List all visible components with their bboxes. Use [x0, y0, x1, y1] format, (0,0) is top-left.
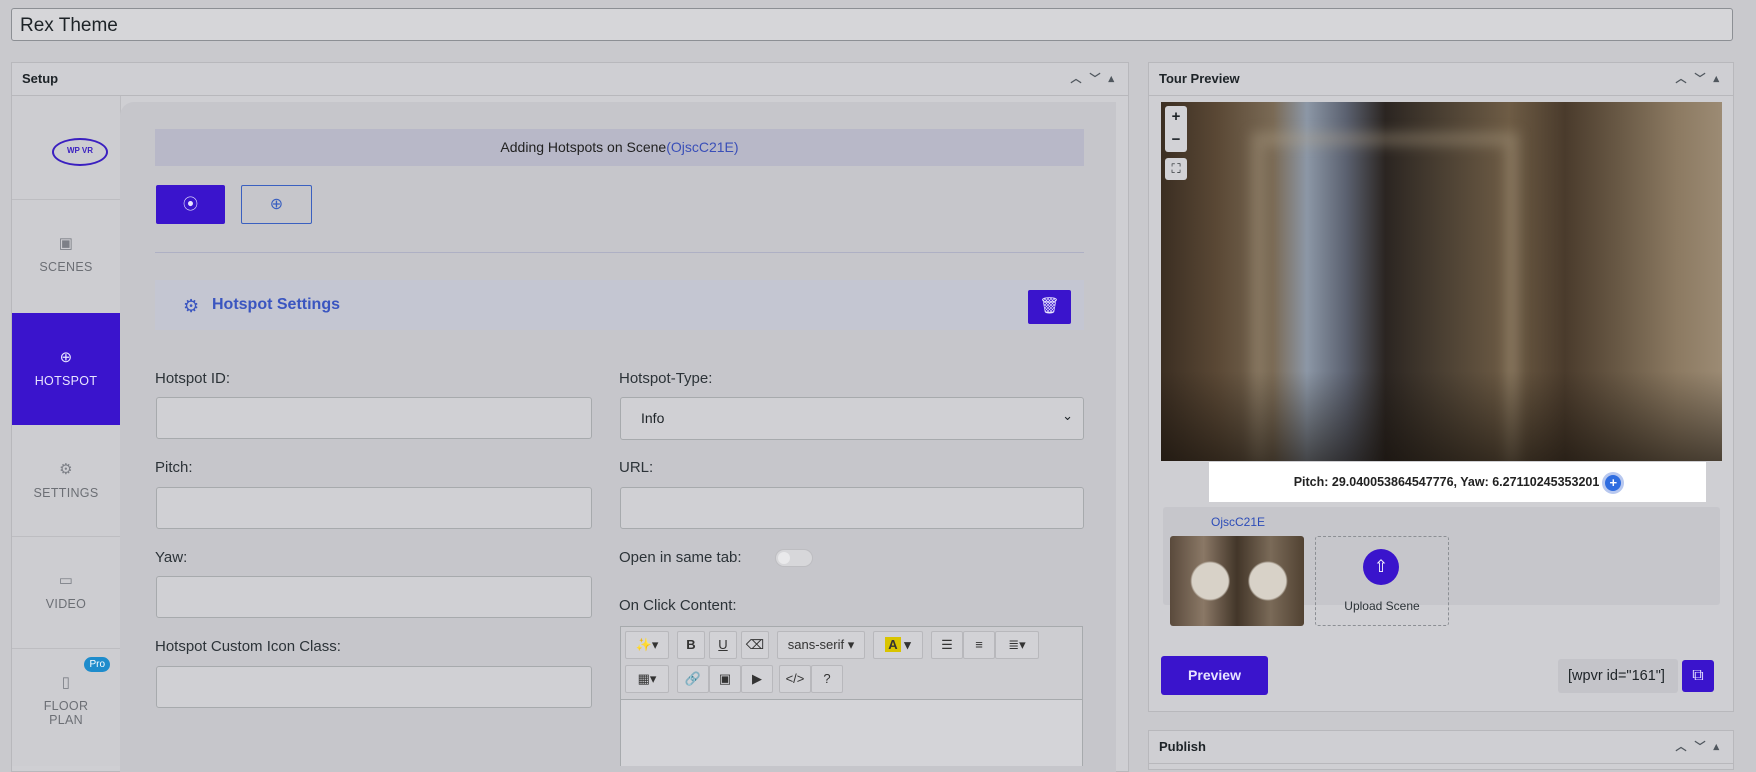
font-family-select[interactable]: sans-serif ▾ [777, 631, 865, 659]
text-color-button[interactable]: A ▾ [873, 631, 923, 659]
tour-preview-title: Tour Preview [1159, 71, 1240, 86]
add-hotspot-button[interactable]: ⊕ [241, 185, 312, 224]
coords-text: Pitch: 29.040053864547776, Yaw: 6.271102… [1293, 475, 1600, 489]
align-icon[interactable]: ≣▾ [995, 631, 1039, 659]
panel-controls[interactable]: ︿﹀▴ [1675, 63, 1727, 95]
yaw-label: Yaw: [155, 549, 188, 566]
hotspot-id-input[interactable] [156, 397, 592, 439]
sidebar-item-hotspot[interactable]: ⊕ HOTSPOT [12, 313, 120, 425]
scene-thumbnail[interactable] [1170, 536, 1304, 626]
sidebar-item-label: HOTSPOT [34, 374, 98, 388]
sidebar-divider [12, 199, 120, 200]
pitch-yaw-readout: Pitch: 29.040053864547776, Yaw: 6.271102… [1209, 462, 1706, 502]
chevron-down-icon: ⌄ [1062, 408, 1073, 423]
pro-badge: Pro [84, 657, 110, 672]
video-icon[interactable]: ▶ [741, 665, 773, 693]
setup-panel-title: Setup [22, 71, 59, 86]
same-tab-label: Open in same tab: [619, 549, 742, 566]
hotspot-type-label: Hotspot-Type: [619, 370, 713, 387]
onclick-content-label: On Click Content: [619, 597, 737, 614]
hotspot-type-value: Info [641, 410, 665, 426]
banner-scene-id: (OjscC21E) [666, 139, 739, 155]
sidebar-divider [12, 648, 120, 649]
icon-class-input[interactable] [156, 666, 592, 708]
bullet-list-icon[interactable]: ☰ [931, 631, 963, 659]
publish-header: Publish ︿﹀▴ [1149, 731, 1733, 764]
sidebar-item-video[interactable]: ▭ VIDEO [12, 571, 120, 611]
yaw-input[interactable] [156, 576, 592, 618]
bold-button[interactable]: B [677, 631, 705, 659]
banner-text: Adding Hotspots on Scene [500, 139, 667, 155]
hotspot-type-select[interactable]: Info ⌄ [620, 397, 1084, 440]
hotspot-settings-title: Hotspot Settings [212, 296, 340, 313]
image-icon: ▣ [58, 235, 74, 252]
scene-name: OjscC21E [1211, 515, 1266, 529]
pitch-label: Pitch: [155, 459, 193, 476]
help-icon[interactable]: ? [811, 665, 843, 693]
gear-icon: ⚙ [183, 296, 200, 316]
upload-scene-button[interactable]: ⇧ Upload Scene [1315, 536, 1449, 626]
icon-class-label: Hotspot Custom Icon Class: [155, 638, 341, 655]
crosshair-icon: ⊕ [59, 349, 73, 366]
magic-wand-icon[interactable]: ✨▾ [625, 631, 669, 659]
onclick-content-editor: ✨▾ B U ⌫ sans-serif ▾ A ▾ ☰ ≡ ≣▾ ▦▾ 🔗 ▣ … [620, 626, 1083, 766]
map-icon: ▯ [61, 674, 71, 691]
content-divider [155, 252, 1084, 253]
shortcode-field[interactable]: [wpvr id="161"] [1558, 659, 1678, 693]
numbered-list-icon[interactable]: ≡ [963, 631, 995, 659]
panel-controls[interactable]: ︿﹀▴ [1070, 63, 1122, 95]
sidebar-item-label: SETTINGS [33, 486, 99, 500]
publish-panel: Publish ︿﹀▴ [1148, 730, 1734, 770]
panel-controls[interactable]: ︿﹀▴ [1675, 731, 1727, 763]
zoom-out-button[interactable]: − [1165, 129, 1187, 152]
publish-title: Publish [1159, 739, 1206, 754]
sidebar-item-label: SCENES [39, 260, 93, 274]
table-icon[interactable]: ▦▾ [625, 665, 669, 693]
url-input[interactable] [620, 487, 1084, 529]
setup-panel-header: Setup ︿﹀▴ [12, 63, 1128, 96]
same-tab-toggle[interactable] [775, 549, 813, 567]
video-camera-icon: ▭ [58, 572, 74, 589]
delete-hotspot-button[interactable]: 🗑 [1028, 290, 1071, 324]
hotspot-banner: Adding Hotspots on Scene(OjscC21E) [155, 129, 1084, 166]
zoom-in-button[interactable]: + [1165, 106, 1187, 129]
setup-sidebar: WP VR ▣ SCENES ⊕ HOTSPOT ⚙ SETTINGS ▭ VI… [12, 96, 121, 766]
code-view-icon[interactable]: </> [779, 665, 811, 693]
post-title-input[interactable]: Rex Theme [11, 8, 1733, 41]
sidebar-item-floor-plan[interactable]: Pro ▯ FLOOR PLAN [12, 657, 120, 727]
copy-shortcode-button[interactable]: ⧉ [1682, 660, 1714, 692]
add-hotspot-icon[interactable]: + [1605, 474, 1622, 491]
tour-preview-header: Tour Preview ︿﹀▴ [1149, 63, 1733, 96]
zoom-controls: + − [1165, 106, 1187, 152]
hotspot-id-label: Hotspot ID: [155, 370, 231, 387]
editor-body[interactable] [621, 699, 1082, 766]
sidebar-item-label: FLOOR PLAN [43, 699, 89, 727]
pitch-input[interactable] [156, 487, 592, 529]
url-label: URL: [619, 459, 654, 476]
sidebar-item-scenes[interactable]: ▣ SCENES [12, 234, 120, 274]
eraser-icon[interactable]: ⌫ [741, 631, 769, 659]
hotspot-tab-1-button[interactable]: ⦿ [156, 185, 225, 224]
sidebar-item-label: VIDEO [45, 597, 87, 611]
link-icon[interactable]: 🔗 [677, 665, 709, 693]
sidebar-item-settings[interactable]: ⚙ SETTINGS [12, 460, 120, 500]
preview-button[interactable]: Preview [1161, 656, 1268, 695]
sidebar-divider [12, 536, 120, 537]
underline-button[interactable]: U [709, 631, 737, 659]
image-icon[interactable]: ▣ [709, 665, 741, 693]
gear-icon: ⚙ [59, 461, 73, 478]
wpvr-logo: WP VR [52, 138, 108, 166]
font-name: sans-serif [787, 637, 845, 652]
upload-scene-label: Upload Scene [1344, 599, 1420, 613]
panorama-viewer[interactable] [1161, 102, 1722, 461]
upload-icon: ⇧ [1363, 549, 1399, 585]
fullscreen-icon[interactable]: ⛶ [1165, 158, 1187, 180]
